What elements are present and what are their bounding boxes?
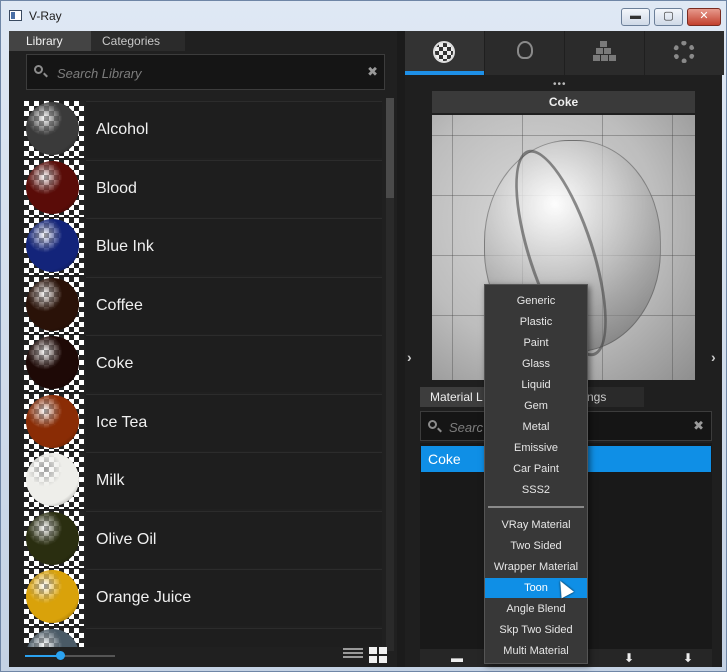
active-tab-indicator	[405, 71, 484, 75]
library-panel: Library Categories ✖ Alcohol Blood Bl	[9, 31, 397, 667]
settings-gear-icon	[673, 41, 695, 63]
material-swatch	[24, 510, 84, 568]
menu-item-gem[interactable]: Gem	[485, 396, 587, 416]
list-view-icon[interactable]	[343, 648, 363, 662]
minimize-button[interactable]: ▬	[621, 8, 650, 26]
tab-library[interactable]: Library	[9, 31, 91, 51]
material-preview-ball	[26, 102, 79, 155]
material-preview-ball	[26, 219, 79, 272]
search-icon	[428, 420, 437, 429]
app-window-icon	[9, 10, 22, 21]
menu-item-paint[interactable]: Paint	[485, 333, 587, 353]
material-name: Coffee	[86, 276, 382, 334]
menu-item-glass[interactable]: Glass	[485, 354, 587, 374]
expand-right-icon[interactable]: ›	[711, 349, 716, 365]
menu-item-generic[interactable]: Generic	[485, 291, 587, 311]
material-swatch	[24, 101, 84, 158]
panel-handle[interactable]: •••	[553, 79, 567, 90]
library-search-input[interactable]	[55, 63, 359, 83]
slider-handle[interactable]	[56, 651, 65, 660]
menu-item-emissive[interactable]: Emissive	[485, 438, 587, 458]
export-icon[interactable]: ⬇	[681, 651, 695, 665]
menu-item-wrapper-material[interactable]: Wrapper Material	[485, 557, 587, 577]
material-sphere-icon	[433, 41, 455, 63]
material-swatch	[24, 159, 84, 217]
list-item[interactable]	[24, 627, 384, 647]
menu-item-two-sided[interactable]: Two Sided	[485, 536, 587, 556]
client-area: Library Categories ✖ Alcohol Blood Bl	[9, 31, 724, 667]
preview-title: Coke	[432, 91, 695, 113]
menu-item-angle-blend[interactable]: Angle Blend	[485, 599, 587, 619]
material-name: Blue Ink	[86, 218, 382, 275]
list-item[interactable]: Blue Ink	[24, 218, 384, 276]
menu-item-car-paint[interactable]: Car Paint	[485, 459, 587, 479]
library-scrollbar[interactable]	[386, 98, 394, 651]
tab-lights[interactable]	[485, 31, 564, 75]
material-swatch	[24, 393, 84, 451]
list-item[interactable]: Orange Juice	[24, 569, 384, 627]
clear-search-icon[interactable]: ✖	[367, 64, 378, 80]
material-swatch	[24, 276, 84, 334]
menu-item-metal[interactable]: Metal	[485, 417, 587, 437]
material-swatch	[24, 627, 84, 647]
material-name: Alcohol	[86, 101, 382, 158]
material-preview-ball	[26, 628, 79, 647]
list-item[interactable]: Olive Oil	[24, 510, 384, 569]
list-item[interactable]: Ice Tea	[24, 393, 384, 452]
material-swatch	[24, 452, 84, 509]
slider-fill	[25, 655, 60, 657]
material-name: Coke	[86, 335, 382, 392]
material-name: Blood	[86, 159, 382, 217]
library-search-box: ✖	[26, 54, 385, 90]
remove-icon[interactable]: ▬	[450, 651, 464, 665]
menu-item-vray-material[interactable]: VRay Material	[485, 515, 587, 535]
menu-item-skp-two-sided[interactable]: Skp Two Sided	[485, 620, 587, 640]
maximize-button[interactable]: ▢	[654, 8, 683, 26]
menu-item-multi-material[interactable]: Multi Material	[485, 641, 587, 661]
geometry-stack-icon	[593, 41, 616, 63]
material-preview-ball	[26, 277, 79, 331]
tab-geometry[interactable]	[565, 31, 644, 75]
material-swatch	[24, 569, 84, 626]
material-name: Milk	[86, 452, 382, 509]
vray-window: V-Ray ▬ ▢ ✕ Library Categories ✖ Alcohol	[0, 0, 727, 672]
light-bulb-icon	[517, 41, 533, 59]
list-item[interactable]: Coffee	[24, 276, 384, 335]
collapse-left-icon[interactable]: ›	[407, 349, 412, 365]
menu-item-sss2[interactable]: SSS2	[485, 480, 587, 500]
material-preview-ball	[26, 394, 79, 448]
list-item[interactable]: Milk	[24, 452, 384, 510]
material-swatch	[24, 218, 84, 275]
menu-item-plastic[interactable]: Plastic	[485, 312, 587, 332]
material-preview-ball	[26, 570, 79, 623]
list-item[interactable]: Coke	[24, 335, 384, 393]
title-bar[interactable]: V-Ray ▬ ▢ ✕	[1, 1, 726, 31]
list-item[interactable]: Blood	[24, 159, 384, 218]
material-name: Ice Tea	[86, 393, 382, 451]
tab-settings[interactable]	[645, 31, 724, 75]
material-library-list: Alcohol Blood Blue Ink Coffee Coke Ice T…	[24, 101, 384, 647]
material-swatch	[24, 335, 84, 392]
list-item[interactable]: Alcohol	[24, 101, 384, 159]
search-icon	[34, 65, 43, 74]
material-name: Olive Oil	[86, 510, 382, 568]
menu-item-liquid[interactable]: Liquid	[485, 375, 587, 395]
material-name: Orange Juice	[86, 569, 382, 626]
material-preview-ball	[26, 160, 79, 214]
close-button[interactable]: ✕	[687, 8, 721, 26]
material-name	[86, 627, 382, 647]
material-preview-ball	[26, 511, 79, 565]
grid-view-icon[interactable]	[369, 647, 387, 663]
material-preview-ball	[26, 453, 79, 506]
clear-search-icon[interactable]: ✖	[693, 418, 704, 434]
tab-categories[interactable]: Categories	[91, 31, 185, 51]
scrollbar-thumb[interactable]	[386, 98, 394, 198]
import-icon[interactable]: ⬇	[622, 651, 636, 665]
menu-separator	[488, 506, 584, 508]
material-preview-ball	[26, 336, 79, 389]
create-material-menu: Generic Plastic Paint Glass Liquid Gem M…	[484, 284, 588, 664]
tab-materials[interactable]	[405, 31, 484, 75]
window-title: V-Ray	[29, 9, 62, 23]
